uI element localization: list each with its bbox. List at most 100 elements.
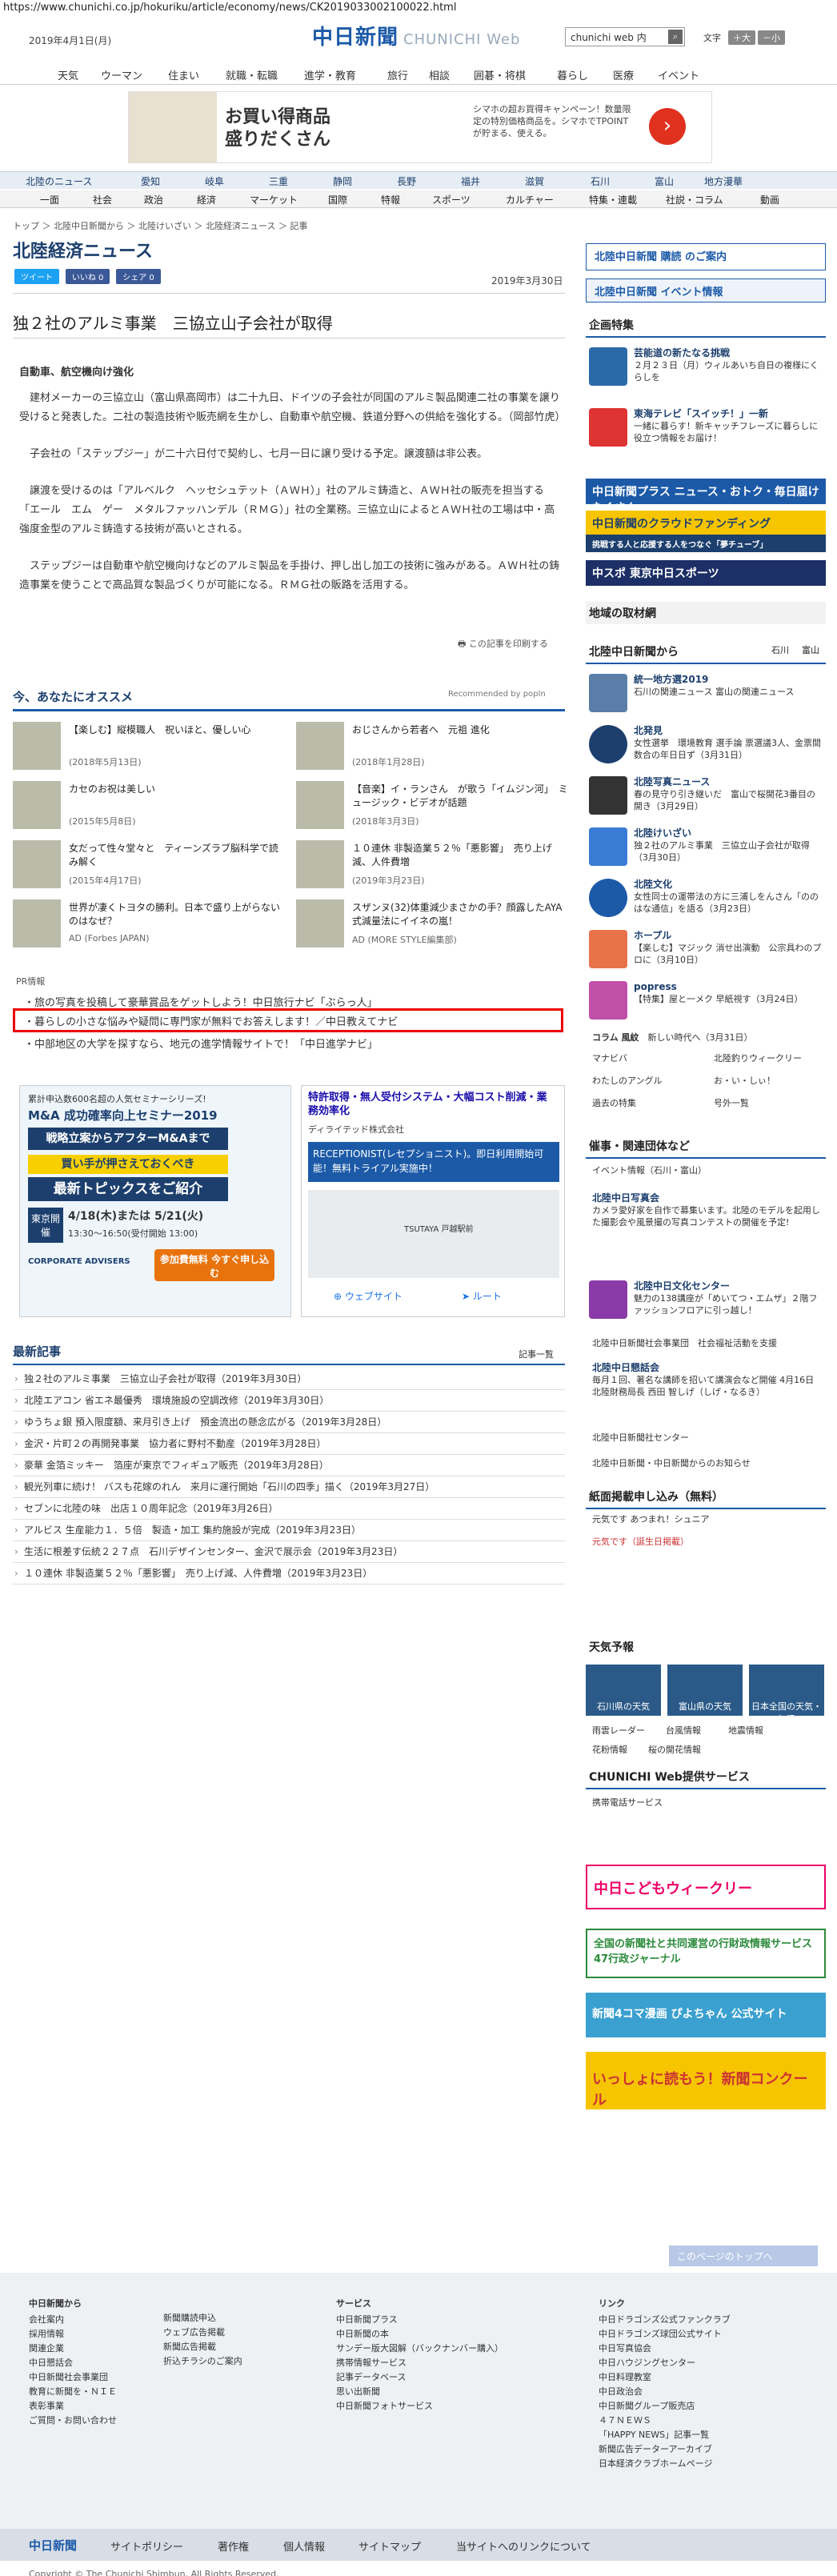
lnav-item[interactable]: 愛知 <box>141 174 160 188</box>
category-item[interactable]: 経済 <box>197 193 216 206</box>
footer-link[interactable]: ４７ＮＥＷＳ <box>599 2414 731 2428</box>
kikaku-item[interactable]: 芸能道の新たなる挑戦 ２月２３日（月）ウィルあいち自日の複様にくらしを <box>586 346 826 395</box>
footer-link[interactable]: ご質問・お問い合わせ <box>29 2414 117 2428</box>
hokuriku-item[interactable]: 統一地方選2019 石川の関連ニュース 富山の関連ニュース <box>586 672 826 722</box>
kikaku-item[interactable]: 東海テレビ「スイッチ！」一新 一緒に暮らす！新キャッチフレーズに暮らしに役立つ情報… <box>586 407 826 456</box>
hokuriku-item[interactable]: 北陸写真ニュース 春の見守り引き継いだ 富山で桜開花3番目の開き（3月29日） <box>586 775 826 824</box>
share-button[interactable]: シェア 0 <box>116 269 161 284</box>
latest-item[interactable]: アルビス 生産能力１．５倍 製造・加工 集約施設が完成（2019年3月23日） <box>13 1520 565 1541</box>
shimen-link[interactable]: 元気です（誕生日掲載） <box>592 1535 689 1548</box>
hokuriku-item[interactable]: 北陸文化 女性同士の運帯法の方に三浦しをんさん「ののはな通信」を語る（3月23日） <box>586 877 826 927</box>
footer-link[interactable]: 中日ドラゴンズ球団公式サイト <box>599 2327 731 2342</box>
weather-link[interactable]: 台風情報 <box>666 1724 701 1737</box>
footer-link[interactable]: 会社案内 <box>29 2313 117 2327</box>
lnav-item[interactable]: 滋賀 <box>525 174 544 188</box>
lnav-item[interactable]: 福井 <box>461 174 480 188</box>
recommend-item[interactable]: カセのお祝は美しい (2015年5月8日) <box>13 781 285 832</box>
recommend-item[interactable]: スザンヌ(32)体重減少まさかの手？顔露したAYA式減量法にイイネの嵐！ AD (… <box>296 899 568 951</box>
tweet-button[interactable]: ツイート <box>14 269 59 284</box>
kodomo-banner[interactable]: 中日こどもウィークリー <box>586 1865 826 1909</box>
jiken-link[interactable]: 北陸中日新聞・中日新聞からのお知らせ <box>592 1456 751 1469</box>
route-button[interactable]: ➤ ルート <box>462 1289 502 1303</box>
footer-link[interactable]: 中日新聞社会事業団 <box>29 2370 117 2385</box>
ad-banner-top[interactable]: お買い得商品 盛りだくさん シマホの超お買得キャンペーン！数量限定の特別価格商品… <box>128 91 712 163</box>
recommend-item[interactable]: 女だって性々堂々と ティーンズラブ脳科学で読み解く (2015年4月17日) <box>13 840 285 891</box>
ad-reception[interactable]: 特許取得・無人受付システム・大幅コスト削減・業務効率化 ディライテッド株式会社 … <box>301 1085 565 1317</box>
gnav-item[interactable]: 医療 <box>613 67 634 82</box>
footer-link[interactable]: 中日新聞プラス <box>336 2313 503 2327</box>
hokuriku-item[interactable]: 北陸けいざい 独２社のアルミ事業 三協立山子会社が取得（3月30日） <box>586 826 826 875</box>
footer-link[interactable]: 中日懇話会 <box>29 2356 117 2370</box>
event-button[interactable]: 北陸中日新聞 イベント情報 <box>586 278 826 302</box>
arrow-right-icon[interactable]: › <box>649 108 686 145</box>
event-info-link[interactable]: イベント情報（石川・富山） <box>592 1164 707 1176</box>
jiken-item[interactable]: 北陸中日懇話会 毎月１回、著名な講師を招いて講演会など開催 4月16日 北陸財務局… <box>586 1360 826 1416</box>
category-item[interactable]: 社説・コラム <box>666 193 723 206</box>
footer-link[interactable]: 関連企業 <box>29 2342 117 2356</box>
jiken-link[interactable]: 北陸中日新聞社会事業団 社会福祉活動を支援 <box>592 1336 777 1349</box>
footer-link[interactable]: 採用情報 <box>29 2327 117 2342</box>
site-logo[interactable]: 中日新聞 CHUNICHI Web <box>312 21 520 50</box>
footer-link[interactable]: サンデー版大図解（バックナンバー購入） <box>336 2342 503 2356</box>
category-item[interactable]: 特集・連載 <box>589 193 637 206</box>
footer-bar-link[interactable]: 個人情報 <box>283 2538 325 2554</box>
ad-apply-button[interactable]: 参加費無料 今すぐ申し込む <box>154 1249 274 1281</box>
lnav-item[interactable]: 三重 <box>269 174 288 188</box>
link-item[interactable]: 号外一覧 <box>714 1096 749 1109</box>
gnav-item[interactable]: 天気 <box>58 67 78 82</box>
weather-link[interactable]: 桜の開花情報 <box>648 1743 701 1756</box>
latest-item[interactable]: 独２社のアルミ事業 三協立山子会社が取得（2019年3月30日） <box>13 1368 565 1390</box>
gnav-item[interactable]: ウーマン <box>101 67 142 82</box>
category-item[interactable]: 一面 <box>40 193 59 206</box>
footer-link[interactable]: 新聞購読申込 <box>163 2311 242 2326</box>
lnav-item[interactable]: 長野 <box>397 174 416 188</box>
footer-link[interactable]: 教育に新聞を・ＮＩＥ <box>29 2385 117 2399</box>
footer-link[interactable]: 新聞広告掲載 <box>163 2340 242 2354</box>
latest-item[interactable]: ゆうちょ銀 預入限度額、来月引き上げ 預金流出の懸念広がる（2019年3月28日… <box>13 1412 565 1433</box>
footer-link[interactable]: ウェブ広告掲載 <box>163 2326 242 2340</box>
like-button[interactable]: いいね 0 <box>65 269 110 284</box>
footer-link[interactable]: 記事データベース <box>336 2370 503 2385</box>
pr-link[interactable]: ・中部地区の大学を探すなら、地元の進学情報サイトで！「中日進学ナビ」 <box>24 1036 378 1051</box>
font-minus-button[interactable]: －小 <box>758 30 785 45</box>
latest-item[interactable]: 観光列車に続け！ バスも花嫁のれん 来月に運行開始「石川の四季」描く（2019年… <box>13 1476 565 1498</box>
footer-link[interactable]: 中日新聞フォトサービス <box>336 2399 503 2414</box>
recommend-item[interactable]: 世界が凄くトヨタの勝利。日本で盛り上がらないのはなぜ？ AD (Forbes JA… <box>13 899 285 951</box>
footer-bar-link[interactable]: サイトマップ <box>358 2538 421 2554</box>
pr-link[interactable]: ・暮らしの小さな悩みや疑問に専門家が無料でお答えします！／中日教えてナビ <box>24 1013 398 1028</box>
gnav-item[interactable]: 住まい <box>168 67 199 82</box>
footer-link[interactable]: 中日ハウジングセンター <box>599 2356 731 2370</box>
lnav-item[interactable]: 岐阜 <box>205 174 224 188</box>
footer-link[interactable]: 携帯情報サービス <box>336 2356 503 2370</box>
footer-logo[interactable]: 中日新聞 <box>29 2537 77 2554</box>
latest-item[interactable]: 北陸エアコン 省エネ最優秀 環境施設の空調改修（2019年3月30日） <box>13 1390 565 1412</box>
jiken-link[interactable]: 北陸中日新聞社センター <box>592 1431 689 1444</box>
footer-link[interactable]: 中日新聞グループ販売店 <box>599 2399 731 2414</box>
crowdfunding-sub[interactable]: 挑戦する人と応援する人をつなぐ「夢チューブ」 <box>586 535 826 552</box>
weather-link[interactable]: 地震情報 <box>728 1724 763 1737</box>
footer-link[interactable]: 中日料理教室 <box>599 2370 731 2385</box>
latest-item[interactable]: １０連休 非製造業５２％「悪影響」 売り上げ減、人件費増（2019年3月23日） <box>13 1563 565 1584</box>
recommend-item[interactable]: １０連休 非製造業５２％「悪影響」 売り上げ減、人件費増 (2019年3月23日) <box>296 840 568 891</box>
category-item[interactable]: 国際 <box>328 193 347 206</box>
link-item[interactable]: お・い・しぃ！ <box>714 1074 775 1087</box>
footer-link[interactable]: 表彰事業 <box>29 2399 117 2414</box>
ad-seminar[interactable]: 累計申込数600名超の人気セミナーシリーズ! M&A 成功確率向上セミナー201… <box>19 1085 291 1317</box>
latest-item[interactable]: 金沢・片町２の再開発事業 協力者に野村不動産（2019年3月28日） <box>13 1433 565 1455</box>
footer-bar-link[interactable]: 著作権 <box>218 2538 249 2554</box>
footer-link[interactable]: 中日ドラゴンズ公式ファンクラブ <box>599 2313 731 2327</box>
tab-ishikawa[interactable]: 石川 <box>771 643 789 656</box>
gnav-item[interactable]: 相談 <box>429 67 450 82</box>
tab-toyama[interactable]: 富山 <box>802 643 819 656</box>
footer-link[interactable]: 「HAPPY NEWS」記事一覧 <box>599 2428 731 2442</box>
footer-link[interactable]: 中日政治会 <box>599 2385 731 2399</box>
category-item[interactable]: 動画 <box>760 193 779 206</box>
plus-banner[interactable]: 中日新聞プラス ニュース・おトク・毎日届けたくさん <box>586 479 826 515</box>
footer-link[interactable]: 折込チラシのご案内 <box>163 2354 242 2369</box>
weather-toyama[interactable]: 富山県の天気 <box>667 1665 743 1716</box>
weather-ishikawa[interactable]: 石川県の天気 <box>586 1665 661 1716</box>
lnav-item[interactable]: 地方漫華 <box>704 174 743 188</box>
gnav-item[interactable]: 暮らし <box>557 67 588 82</box>
category-item[interactable]: スポーツ <box>432 193 471 206</box>
weather-japan[interactable]: 日本全国の天気・気温 <box>749 1665 824 1725</box>
